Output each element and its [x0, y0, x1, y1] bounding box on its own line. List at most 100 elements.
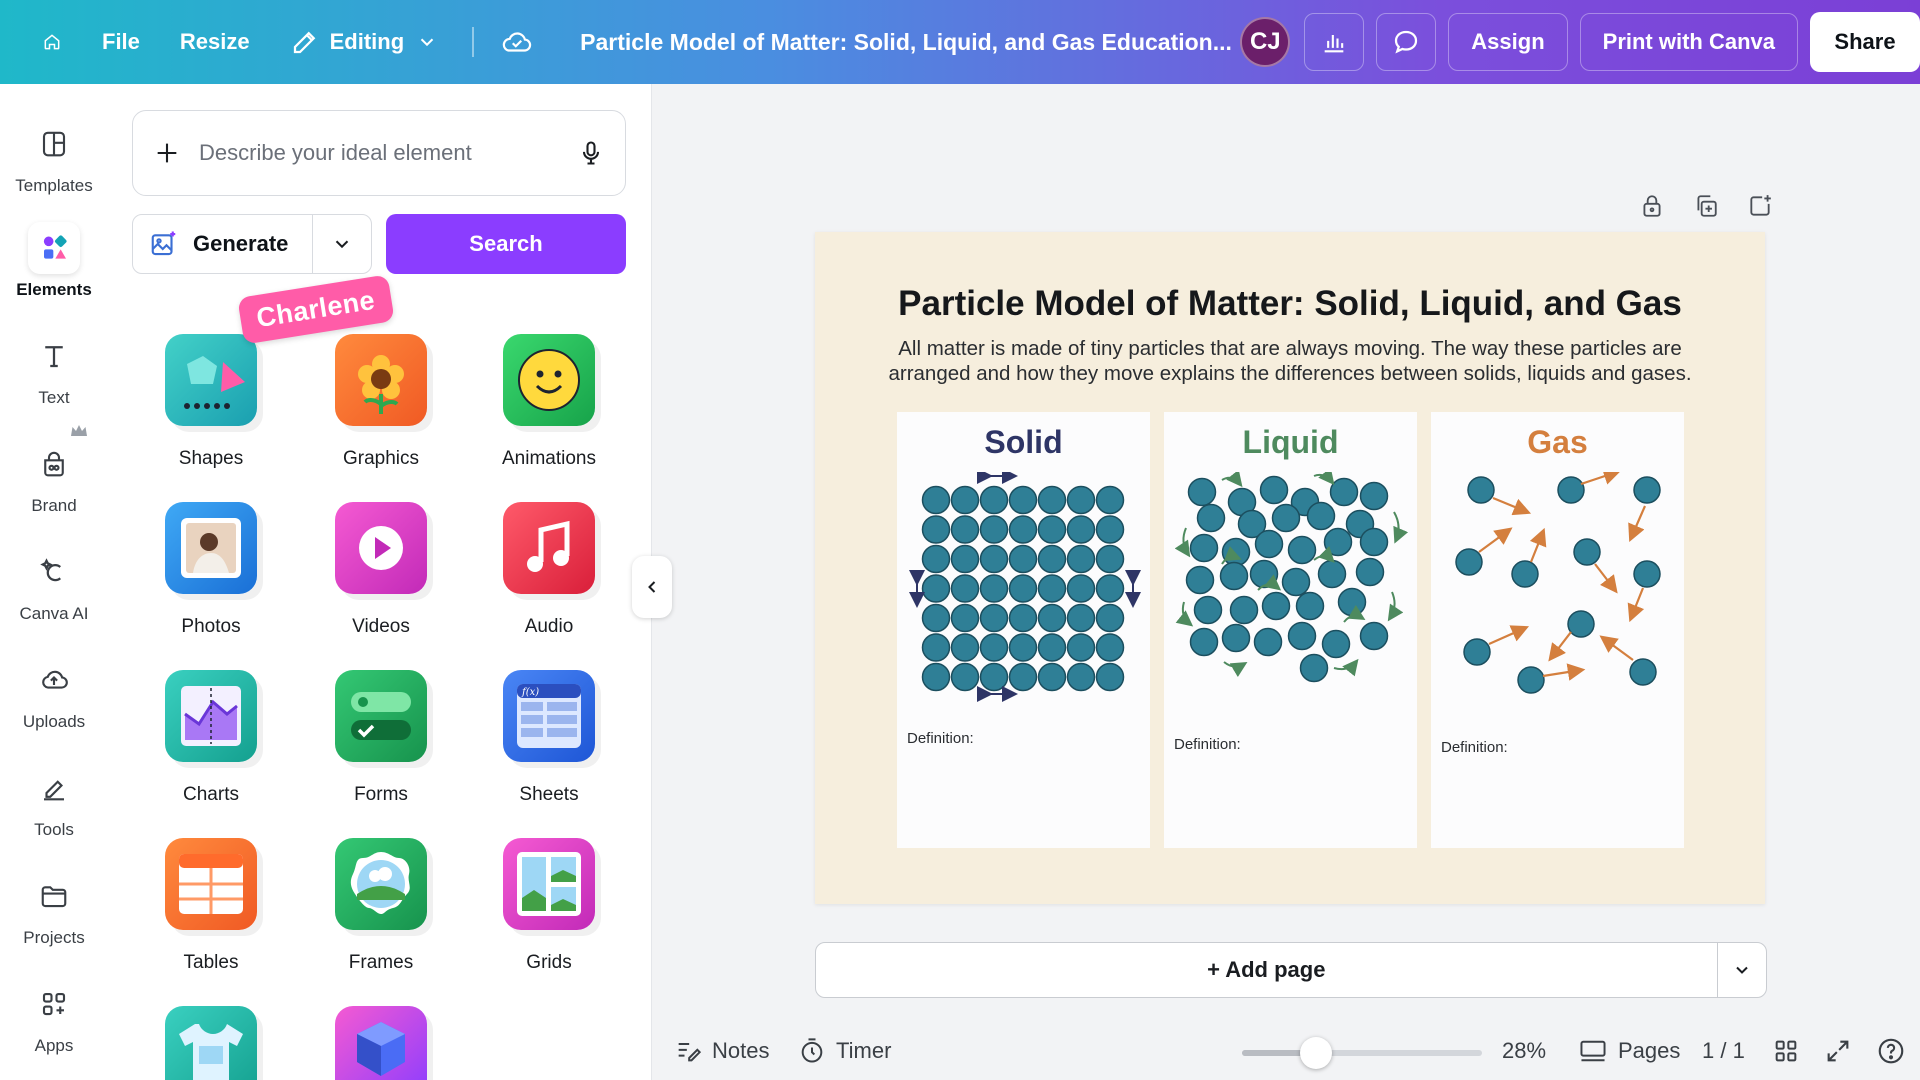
liquid-particle [1229, 595, 1259, 625]
canva-ai-icon [28, 546, 80, 598]
design-page[interactable]: Particle Model of Matter: Solid, Liquid,… [815, 232, 1765, 904]
fullscreen-button[interactable] [1824, 1037, 1852, 1065]
resize-button[interactable]: Resize [160, 17, 270, 67]
grid-view-button[interactable] [1772, 1037, 1800, 1065]
tile-grids[interactable]: Grids [474, 838, 624, 974]
movement-arrow [1492, 496, 1532, 516]
rail-item-brand[interactable]: Brand [0, 425, 108, 516]
brand-icon [28, 425, 87, 490]
solid-particles-diagram [909, 472, 1141, 702]
tile-forms[interactable]: Forms [306, 670, 456, 806]
rail-item-text[interactable]: Text [0, 330, 108, 408]
gas-particle [1633, 560, 1661, 588]
avatar[interactable]: CJ [1240, 17, 1291, 67]
solid-particle [950, 515, 980, 544]
card-gas[interactable]: Gas Definition: [1431, 412, 1684, 848]
tile-tables[interactable]: Tables [136, 838, 286, 974]
generate-button[interactable]: Generate [133, 215, 312, 273]
solid-particle [979, 544, 1009, 574]
design-description[interactable]: All matter is made of tiny particles tha… [885, 336, 1695, 386]
tile-shapes[interactable]: Shapes [136, 334, 286, 470]
help-button[interactable] [1876, 1036, 1906, 1066]
zoom-slider-handle[interactable] [1300, 1037, 1333, 1069]
print-with-canva-button[interactable]: Print with Canva [1579, 13, 1798, 71]
top-toolbar: File Resize Editing Particle Model of Ma… [0, 0, 1920, 84]
design-title[interactable]: Particle Model of Matter: Solid, Liquid,… [815, 284, 1765, 324]
notes-icon [678, 1043, 702, 1062]
tile-videos[interactable]: Videos [306, 502, 456, 638]
movement-arrow [1313, 545, 1335, 563]
rail-item-apps[interactable]: Apps [0, 978, 108, 1056]
element-search-input[interactable]: Describe your ideal element [132, 110, 626, 196]
gas-particle [1511, 560, 1539, 588]
generate-options-dropdown[interactable] [313, 215, 371, 273]
search-button[interactable]: Search [386, 214, 626, 274]
templates-icon [28, 118, 80, 170]
tile-photos[interactable]: Photos [136, 502, 286, 638]
solid-particle [1008, 633, 1038, 662]
rail-item-uploads[interactable]: Uploads [0, 654, 108, 732]
notes-button[interactable]: Notes [674, 1037, 769, 1065]
document-title[interactable]: Particle Model of Matter: Solid, Liquid,… [580, 29, 1232, 56]
tile-mockups[interactable] [136, 1006, 286, 1080]
chevron-down-icon [335, 240, 349, 249]
comments-button[interactable] [1376, 13, 1437, 71]
gas-particle [1463, 638, 1491, 666]
pages-button[interactable]: Pages [1578, 1037, 1680, 1065]
add-page-button[interactable]: + Add page [816, 943, 1717, 997]
lock-page-button[interactable] [1632, 186, 1672, 226]
solid-particle [950, 633, 980, 662]
movement-arrow [1548, 631, 1572, 662]
fullscreen-icon [1827, 1040, 1849, 1062]
timer-button[interactable]: Timer [798, 1037, 891, 1065]
solid-particle [1008, 485, 1038, 515]
tile-frames[interactable]: Frames [306, 838, 456, 974]
lock-icon [1643, 195, 1661, 217]
liquid-particle [1219, 561, 1249, 591]
liquid-particle [1295, 591, 1325, 621]
zoom-level[interactable]: 28% [1502, 1038, 1546, 1064]
share-label: Share [1834, 29, 1896, 54]
microphone-icon[interactable] [577, 138, 605, 168]
home-button[interactable] [22, 17, 82, 67]
tile-animations[interactable]: Animations [474, 334, 624, 470]
file-menu[interactable]: File [82, 17, 160, 67]
collapse-panel-button[interactable] [632, 556, 672, 618]
pencil-icon [293, 31, 315, 54]
editing-mode-dropdown[interactable]: Editing [270, 17, 459, 67]
zoom-slider[interactable] [1242, 1037, 1482, 1069]
zoom-level-label: 28% [1502, 1038, 1547, 1063]
solid-particle [1037, 485, 1067, 515]
rail-item-canva-ai[interactable]: Canva AI [0, 546, 108, 624]
rail-item-projects[interactable]: Projects [0, 870, 108, 948]
solid-particle [1095, 633, 1125, 662]
insights-button[interactable] [1304, 13, 1365, 71]
crown-icon [71, 425, 87, 436]
rail-item-tools[interactable]: Tools [0, 762, 108, 840]
liquid-particles-diagram [1174, 472, 1409, 683]
print-label: Print with Canva [1602, 29, 1775, 54]
tile-label-videos: Videos [352, 616, 410, 637]
add-page-icon-button[interactable] [1740, 186, 1780, 226]
movement-arrow [1175, 601, 1194, 627]
card-definition-solid: Definition: [907, 730, 974, 747]
rail-item-elements[interactable]: Elements [0, 222, 108, 300]
rail-label-elements: Elements [16, 280, 92, 299]
card-liquid[interactable]: Liquid Definition: [1164, 412, 1417, 848]
solid-particle [1095, 662, 1125, 692]
duplicate-page-button[interactable] [1686, 186, 1726, 226]
card-solid[interactable]: Solid Definition: [897, 412, 1150, 848]
tile-3d[interactable] [306, 1006, 456, 1080]
tile-label-tables: Tables [183, 952, 239, 973]
tile-charts[interactable]: Charts [136, 670, 286, 806]
cloud-save-status[interactable] [488, 17, 546, 67]
tile-graphics[interactable]: Graphics [306, 334, 456, 470]
add-page-options-dropdown[interactable] [1718, 943, 1766, 997]
tile-audio[interactable]: Audio [474, 502, 624, 638]
rail-item-templates[interactable]: Templates [0, 118, 108, 196]
share-button[interactable]: Share [1810, 12, 1920, 72]
tile-label-charts: Charts [183, 784, 239, 805]
assign-button[interactable]: Assign [1448, 13, 1568, 71]
tile-sheets[interactable]: f(x) Sheets [474, 670, 624, 806]
movement-arrow [1387, 591, 1404, 622]
